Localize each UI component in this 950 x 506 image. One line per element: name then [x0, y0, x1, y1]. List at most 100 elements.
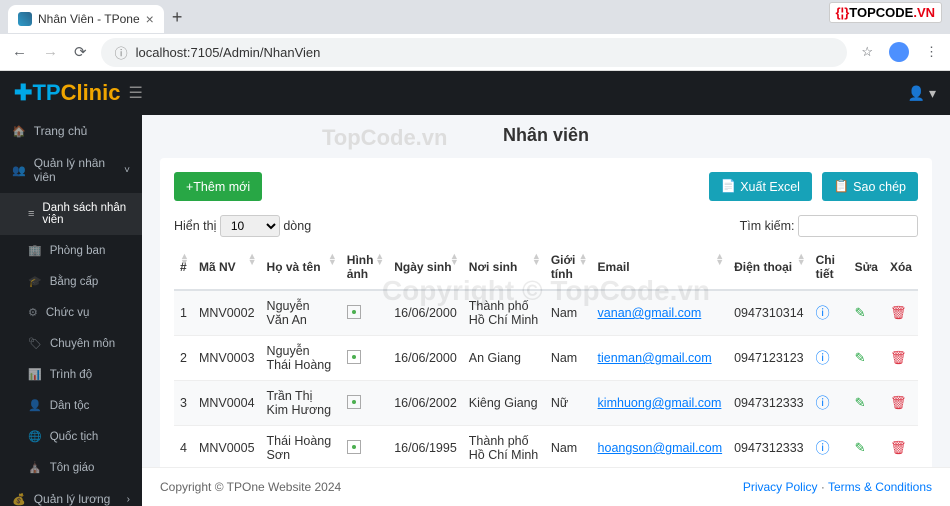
- email-link[interactable]: tienman@gmail.com: [598, 351, 712, 365]
- profile-avatar-icon[interactable]: [889, 42, 909, 62]
- delete-icon[interactable]: 🗑: [890, 305, 907, 320]
- back-icon[interactable]: ←: [12, 43, 27, 61]
- content-card: +Thêm mới 📄 Xuất Excel 📋 Sao chép: [160, 158, 932, 467]
- sidebar-item[interactable]: ⛪Tôn giáo: [0, 452, 142, 483]
- column-header[interactable]: Mã NV▲▼: [193, 245, 261, 290]
- sort-icon: ▲▼: [328, 253, 337, 265]
- detail-icon[interactable]: ⓘ: [816, 350, 830, 366]
- forward-icon[interactable]: →: [43, 43, 58, 61]
- column-header[interactable]: Điện thoại▲▼: [728, 245, 810, 290]
- user-menu-icon[interactable]: 👤 ▾: [908, 85, 936, 102]
- sidebar-icon: 🌐: [28, 430, 42, 443]
- delete-icon[interactable]: 🗑: [890, 395, 907, 410]
- add-button[interactable]: +Thêm mới: [174, 172, 262, 201]
- page-title: Nhân viên: [160, 125, 932, 146]
- column-header[interactable]: Chi tiết: [810, 245, 849, 290]
- sidebar-icon: 📊: [28, 368, 42, 381]
- address-bar: ← → ⟳ ⓘ localhost:7105/Admin/NhanVien ☆ …: [0, 34, 950, 70]
- edit-icon[interactable]: ✎: [855, 350, 866, 365]
- column-header[interactable]: Email▲▼: [592, 245, 729, 290]
- browser-chrome: Nhân Viên - TPone × + — ☐ × ← → ⟳ ⓘ loca…: [0, 0, 950, 71]
- terms-link[interactable]: Terms & Conditions: [828, 480, 932, 494]
- reload-icon[interactable]: ⟳: [74, 43, 87, 61]
- sidebar-item[interactable]: 👥Quản lý nhân viên˅: [0, 147, 142, 193]
- delete-icon[interactable]: 🗑: [890, 350, 907, 365]
- sidebar-item[interactable]: 🌐Quốc tịch: [0, 421, 142, 452]
- sidebar-label: Bằng cấp: [50, 276, 99, 288]
- detail-icon[interactable]: ⓘ: [816, 440, 830, 456]
- menu-icon[interactable]: ⋮: [925, 44, 938, 60]
- page-size-select[interactable]: 10: [220, 215, 280, 237]
- column-header[interactable]: Ngày sinh▲▼: [388, 245, 463, 290]
- edit-icon[interactable]: ✎: [855, 305, 866, 320]
- sidebar-item[interactable]: 💰 Quản lý lương ›: [0, 483, 142, 506]
- sidebar-item[interactable]: ⚙ Chức vụ: [0, 297, 142, 328]
- table-row: 3 MNV0004 Trần Thị Kim Hương 16/06/2002 …: [174, 381, 918, 426]
- email-link[interactable]: vanan@gmail.com: [598, 306, 702, 320]
- sidebar-label: Chức vụ: [46, 307, 90, 319]
- sidebar-icon: 🏠: [12, 125, 26, 138]
- sidebar-icon: 💰: [12, 493, 26, 506]
- column-header[interactable]: Nơi sinh▲▼: [463, 245, 545, 290]
- search-input[interactable]: [798, 215, 918, 237]
- favicon-icon: [18, 12, 32, 26]
- sidebar-item[interactable]: 🏷Chuyên môn: [0, 328, 142, 359]
- sidebar-item[interactable]: 📊 Trình độ: [0, 359, 142, 390]
- copy-button[interactable]: 📋 Sao chép: [822, 172, 918, 201]
- logo-icon: ✚: [14, 80, 32, 105]
- sidebar-icon: 🏷: [28, 337, 42, 350]
- detail-icon[interactable]: ⓘ: [816, 305, 830, 321]
- search-label: Tìm kiếm:: [740, 219, 795, 233]
- email-link[interactable]: kimhuong@gmail.com: [598, 396, 722, 410]
- sidebar-item[interactable]: 🎓Bằng cấp: [0, 266, 142, 297]
- sort-icon: ▲▼: [450, 253, 459, 265]
- sidebar-icon: ⛪: [28, 461, 42, 474]
- delete-icon[interactable]: 🗑: [890, 440, 907, 455]
- column-header[interactable]: Sửa: [849, 245, 884, 290]
- employee-table: #▲▼Mã NV▲▼Họ và tên▲▼Hình ảnh▲▼Ngày sinh…: [174, 245, 918, 467]
- new-tab-button[interactable]: +: [172, 7, 183, 28]
- sidebar-label: Quản lý lương: [34, 492, 111, 506]
- broken-image-icon: [347, 395, 361, 409]
- export-excel-button[interactable]: 📄 Xuất Excel: [709, 172, 812, 201]
- sidebar-item[interactable]: ≡Danh sách nhân viên: [0, 193, 142, 235]
- sidebar-label: Phòng ban: [50, 245, 106, 257]
- sidebar-icon: 👤: [28, 399, 42, 412]
- app-logo[interactable]: ✚TPClinic: [14, 80, 120, 106]
- tab-close-icon[interactable]: ×: [146, 11, 154, 27]
- broken-image-icon: [347, 350, 361, 364]
- excel-icon: 📄: [721, 179, 737, 194]
- column-header[interactable]: #▲▼: [174, 245, 193, 290]
- sidebar-item[interactable]: 👤 Dân tộc: [0, 390, 142, 421]
- privacy-link[interactable]: Privacy Policy: [743, 480, 818, 494]
- sidebar-label: Dân tộc: [50, 400, 90, 412]
- edit-icon[interactable]: ✎: [855, 440, 866, 455]
- url-input[interactable]: ⓘ localhost:7105/Admin/NhanVien: [101, 38, 848, 67]
- sidebar-label: Trang chủ: [34, 124, 88, 138]
- chevron-icon: ›: [127, 494, 130, 505]
- edit-icon[interactable]: ✎: [855, 395, 866, 410]
- sidebar-label: Quản lý nhân viên: [34, 156, 116, 184]
- sort-icon: ▲▼: [180, 253, 189, 265]
- sidebar-label: Trình độ: [50, 369, 92, 381]
- column-header[interactable]: Họ và tên▲▼: [261, 245, 341, 290]
- show-prefix: Hiển thị: [174, 219, 216, 233]
- browser-tab[interactable]: Nhân Viên - TPone ×: [8, 5, 164, 33]
- sort-icon: ▲▼: [715, 253, 724, 265]
- app-header: ✚TPClinic ☰ 👤 ▾: [0, 71, 950, 115]
- detail-icon[interactable]: ⓘ: [816, 395, 830, 411]
- table-row: 4 MNV0005 Thái Hoàng Sơn 16/06/1995 Thàn…: [174, 426, 918, 468]
- copy-icon: 📋: [834, 179, 850, 194]
- bookmark-icon[interactable]: ☆: [861, 44, 873, 60]
- sidebar-icon: 🏢: [28, 244, 42, 257]
- column-header[interactable]: Giới tính▲▼: [545, 245, 592, 290]
- menu-toggle-icon[interactable]: ☰: [128, 83, 142, 103]
- column-header[interactable]: Hình ảnh▲▼: [341, 245, 388, 290]
- site-info-icon[interactable]: ⓘ: [115, 43, 128, 62]
- email-link[interactable]: hoangson@gmail.com: [598, 441, 723, 455]
- sidebar-icon: ⚙: [28, 306, 38, 319]
- column-header[interactable]: Xóa: [884, 245, 918, 290]
- sidebar-item[interactable]: 🏢 Phòng ban: [0, 235, 142, 266]
- sort-icon: ▲▼: [579, 253, 588, 265]
- sidebar-item[interactable]: 🏠 Trang chủ: [0, 115, 142, 147]
